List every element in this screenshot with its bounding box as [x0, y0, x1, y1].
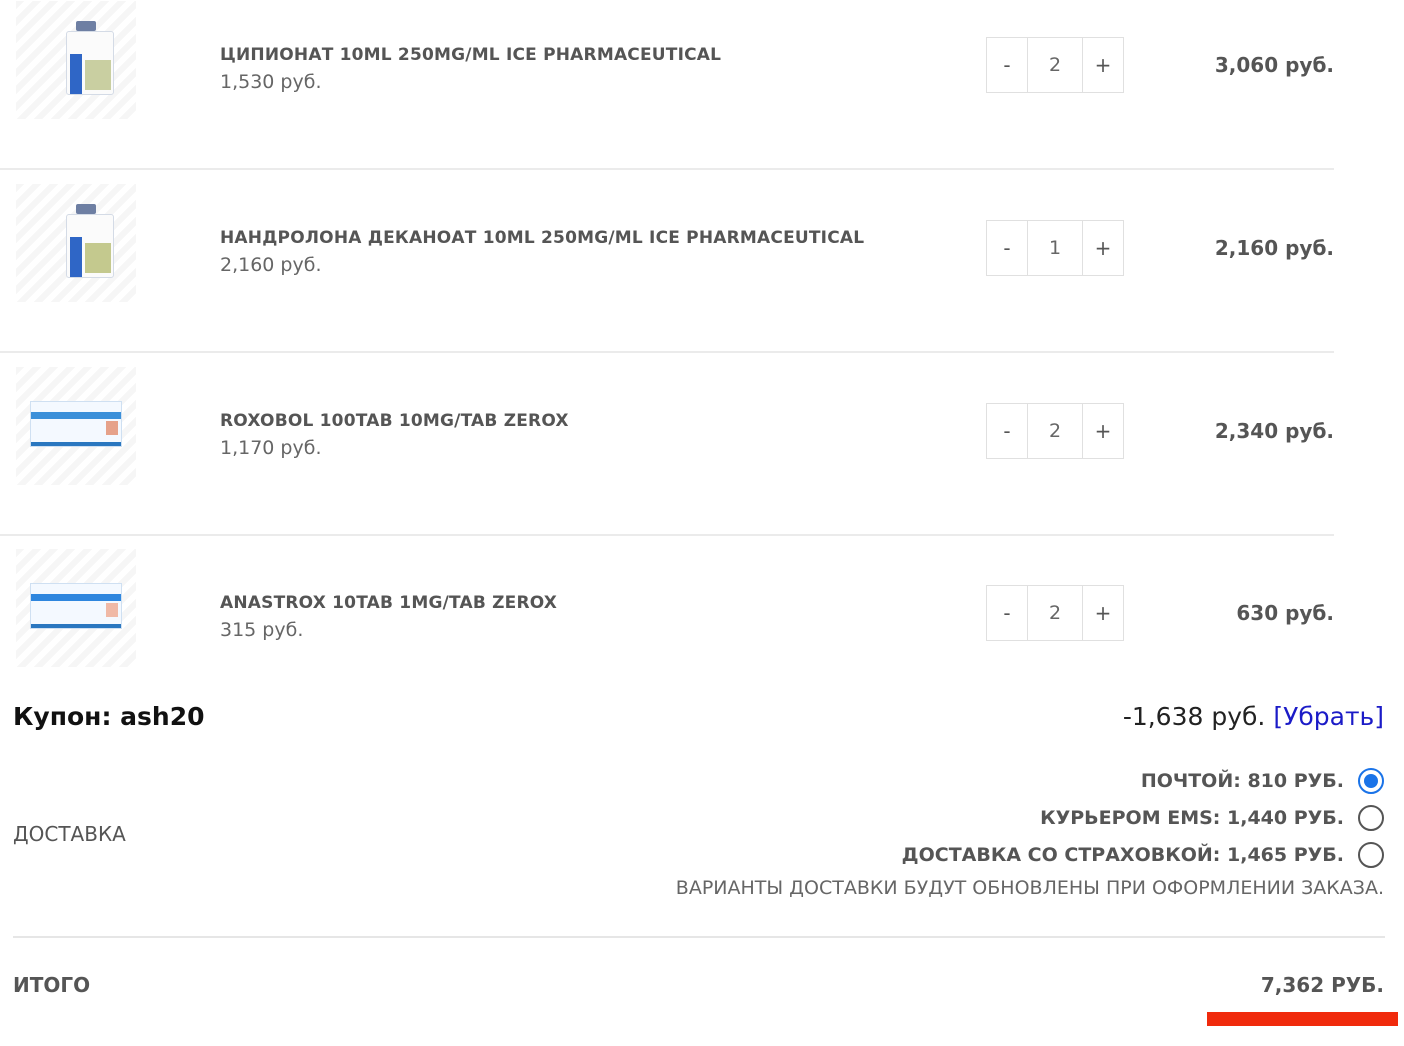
vial-image-icon — [66, 204, 114, 278]
cart-item: НАНДРОЛОНА ДЕКАНОАТ 10ML 250MG/ML ICE PH… — [0, 170, 1334, 353]
radio-checked-icon[interactable] — [1358, 768, 1384, 794]
quantity-input[interactable]: 1 — [1027, 221, 1083, 275]
shipping-label: ДОСТАВКА — [13, 822, 126, 846]
product-name[interactable]: НАНДРОЛОНА ДЕКАНОАТ 10ML 250MG/ML ICE PH… — [220, 228, 864, 248]
decrease-qty-button[interactable]: - — [987, 38, 1027, 92]
unit-price: 1,530 руб. — [220, 71, 322, 93]
line-total: 2,160 руб. — [1214, 236, 1334, 260]
remove-coupon-link[interactable]: [Убрать] — [1273, 702, 1384, 731]
shipping-option-label[interactable]: ДОСТАВКА СО СТРАХОВКОЙ: 1,465 РУБ. — [902, 844, 1344, 866]
line-total: 3,060 руб. — [1214, 53, 1334, 77]
quantity-stepper: - 2 + — [986, 37, 1124, 93]
shipping-note: ВАРИАНТЫ ДОСТАВКИ БУДУТ ОБНОВЛЕНЫ ПРИ ОФ… — [675, 877, 1384, 899]
pill-box-image-icon — [30, 401, 122, 447]
decrease-qty-button[interactable]: - — [987, 404, 1027, 458]
product-thumbnail[interactable] — [16, 1, 136, 119]
unit-price: 315 руб. — [220, 619, 304, 641]
product-thumbnail[interactable] — [16, 549, 136, 667]
line-total: 630 руб. — [1236, 601, 1334, 625]
shipping-option-courier-ems[interactable]: КУРЬЕРОМ EMS: 1,440 РУБ. — [1040, 803, 1384, 833]
increase-qty-button[interactable]: + — [1083, 404, 1123, 458]
product-thumbnail[interactable] — [16, 367, 136, 485]
coupon-discount: -1,638 руб. [Убрать] — [1123, 702, 1384, 731]
decrease-qty-button[interactable]: - — [987, 586, 1027, 640]
coupon-amount: -1,638 руб. — [1122, 702, 1266, 731]
shipping-option-label[interactable]: КУРЬЕРОМ EMS: 1,440 РУБ. — [1040, 807, 1344, 829]
quantity-input[interactable]: 2 — [1027, 586, 1083, 640]
quantity-stepper: - 1 + — [986, 220, 1124, 276]
product-thumbnail[interactable] — [16, 184, 136, 302]
increase-qty-button[interactable]: + — [1083, 586, 1123, 640]
shipping-option-label[interactable]: ПОЧТОЙ: 810 РУБ. — [1141, 770, 1344, 792]
cart-item: ЦИПИОНАТ 10ML 250MG/ML ICE PHARMACEUTICA… — [0, 0, 1334, 170]
shipping-option-post[interactable]: ПОЧТОЙ: 810 РУБ. — [1141, 766, 1384, 796]
divider — [13, 936, 1385, 938]
coupon-label: Купон: ash20 — [13, 702, 205, 731]
order-total-label: ИТОГО — [13, 973, 91, 997]
product-name[interactable]: ROXOBOL 100TAB 10MG/TAB ZEROX — [220, 411, 569, 431]
product-name[interactable]: ЦИПИОНАТ 10ML 250MG/ML ICE PHARMACEUTICA… — [220, 45, 721, 65]
cart-item: ANASTROX 10TAB 1MG/TAB ZEROX 315 руб. - … — [0, 535, 1334, 718]
quantity-input[interactable]: 2 — [1027, 404, 1083, 458]
unit-price: 1,170 руб. — [220, 437, 322, 459]
quantity-stepper: - 2 + — [986, 585, 1124, 641]
vial-image-icon — [66, 21, 114, 95]
pill-box-image-icon — [30, 583, 122, 629]
product-name[interactable]: ANASTROX 10TAB 1MG/TAB ZEROX — [220, 593, 557, 613]
unit-price: 2,160 руб. — [220, 254, 322, 276]
increase-qty-button[interactable]: + — [1083, 38, 1123, 92]
decrease-qty-button[interactable]: - — [987, 221, 1027, 275]
shipping-option-insured[interactable]: ДОСТАВКА СО СТРАХОВКОЙ: 1,465 РУБ. — [902, 840, 1384, 870]
highlight-underline — [1207, 1012, 1398, 1026]
quantity-input[interactable]: 2 — [1027, 38, 1083, 92]
cart-item: ROXOBOL 100TAB 10MG/TAB ZEROX 1,170 руб.… — [0, 353, 1334, 536]
increase-qty-button[interactable]: + — [1083, 221, 1123, 275]
radio-unchecked-icon[interactable] — [1358, 842, 1384, 868]
quantity-stepper: - 2 + — [986, 403, 1124, 459]
order-total-value: 7,362 РУБ. — [1260, 973, 1384, 997]
radio-unchecked-icon[interactable] — [1358, 805, 1384, 831]
line-total: 2,340 руб. — [1214, 419, 1334, 443]
